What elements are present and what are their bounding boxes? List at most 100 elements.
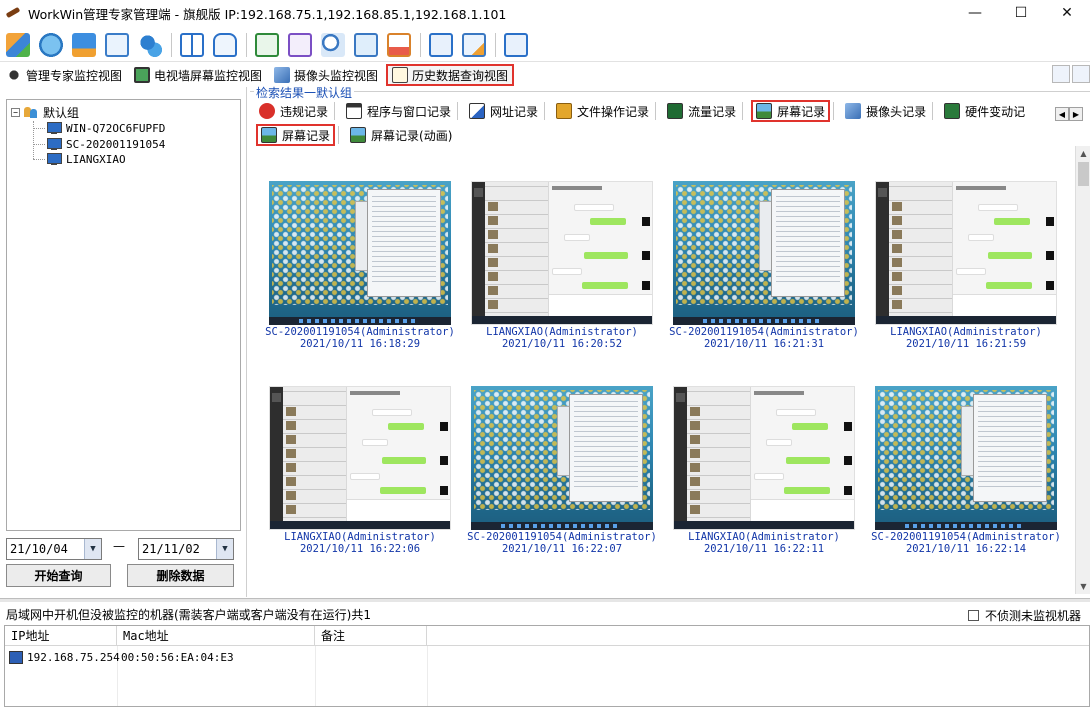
delete-data-button[interactable]: 删除数据 [127, 564, 234, 587]
traffic-chart-icon [667, 103, 684, 119]
search-icon[interactable] [1052, 65, 1070, 83]
computer-icon [46, 152, 62, 166]
tree-item[interactable]: SC-202001191054 [46, 136, 165, 152]
screenshot-time: 2021/10/11 16:22:14 [905, 543, 1027, 555]
screen-share-icon[interactable] [255, 32, 279, 57]
tab-url-records[interactable]: 网址记录 [466, 100, 541, 122]
search-screen-icon[interactable] [321, 32, 345, 57]
monitor-settings-icon[interactable] [72, 32, 96, 57]
screenshot-time: 2021/10/11 16:22:11 [703, 543, 825, 555]
tab-tv-wall[interactable]: 电视墙屏幕监控视图 [130, 64, 266, 86]
no-detect-checkbox[interactable] [968, 610, 979, 621]
tree-item[interactable]: WIN-Q72OC6FUPFD [46, 120, 165, 136]
scroll-left-icon[interactable]: ◀ [1055, 107, 1069, 121]
lock-icon[interactable] [213, 32, 237, 57]
scrollbar-thumb[interactable] [1078, 162, 1089, 186]
screenshot-time: 2021/10/11 16:21:59 [905, 338, 1027, 350]
report-icon[interactable] [105, 32, 129, 57]
toolbar-separator [420, 32, 421, 57]
chart-screen-icon[interactable] [387, 32, 411, 57]
computer-icon [46, 137, 62, 151]
tab-screen-records-static[interactable]: 屏幕记录 [256, 124, 336, 146]
scroll-right-icon[interactable]: ▶ [1069, 107, 1083, 121]
alert-list-icon[interactable] [462, 32, 486, 57]
tree-root-row[interactable]: − 默认组 [11, 104, 79, 120]
maximize-button[interactable]: ☐ [998, 0, 1044, 26]
tab-traffic-records[interactable]: 流量记录 [664, 100, 739, 122]
chevron-down-icon[interactable]: ▼ [84, 539, 101, 559]
column-ip[interactable]: IP地址 [5, 626, 117, 646]
tree-item-label: LIANGXIAO [66, 152, 126, 166]
tab-camera-records[interactable]: 摄像头记录 [842, 100, 929, 122]
bottom-splitter[interactable] [0, 598, 1090, 602]
tab-program-window-records[interactable]: 程序与窗口记录 [343, 100, 454, 122]
screenshot-thumbnail[interactable] [673, 386, 855, 530]
column-note[interactable]: 备注 [315, 626, 427, 646]
screenshot-machine: SC-202001191054(Administrator) [669, 326, 859, 338]
tab-history-query[interactable]: 历史数据查询视图 [386, 64, 515, 86]
no-detect-option[interactable]: 不侦测未监视机器 [968, 607, 1081, 624]
toolbar-separator [246, 32, 247, 57]
multi-screen-icon[interactable] [354, 32, 378, 57]
screenshot-machine: SC-202001191054(Administrator) [871, 531, 1061, 543]
close-button[interactable]: ✕ [1044, 0, 1090, 26]
search-result-label: 检索结果一默认组 [254, 84, 355, 101]
screenshot-thumbnail[interactable] [269, 386, 451, 530]
screenshot-caption: SC-202001191054(Administrator) 2021/10/11… [866, 531, 1066, 555]
screenshot-thumbnail[interactable] [471, 386, 653, 530]
screenshot-time: 2021/10/11 16:18:29 [299, 338, 421, 350]
unmonitored-machines-table[interactable]: IP地址 Mac地址 备注 192.168.75.254 00:50:56:EA… [4, 625, 1090, 707]
tree-item-label: SC-202001191054 [66, 137, 166, 151]
screenshot-thumbnail[interactable] [673, 181, 855, 325]
category-separator [544, 102, 546, 120]
start-query-button[interactable]: 开始查询 [6, 564, 111, 587]
screenshot-caption: LIANGXIAO(Administrator) 2021/10/11 16:22… [664, 531, 864, 555]
list-view-icon[interactable] [1072, 65, 1090, 83]
tree-connector [33, 128, 45, 129]
camera-icon [274, 67, 291, 83]
minimize-button[interactable]: — [952, 0, 998, 26]
grid-icon[interactable] [180, 32, 204, 57]
tab-label: 历史数据查询视图 [412, 68, 509, 83]
globe-icon[interactable] [39, 32, 63, 57]
tree-connector [33, 121, 34, 159]
panel-splitter[interactable] [246, 87, 247, 597]
chevron-down-icon[interactable]: ▼ [216, 539, 233, 559]
date-from-picker[interactable]: 21/10/04 ▼ [6, 538, 102, 560]
screenshot-thumbnail[interactable] [875, 386, 1057, 530]
tree-expander[interactable]: − [11, 107, 20, 117]
tab-file-operation-records[interactable]: 文件操作记录 [553, 100, 652, 122]
tab-expert-monitor[interactable]: 管理专家监控视图 [2, 64, 126, 86]
results-scrollbar[interactable]: ▲ ▼ [1075, 146, 1090, 594]
table-row[interactable]: 192.168.75.254 00:50:56:EA:04:E3 [5, 648, 1089, 666]
tab-screen-records-animated[interactable]: 屏幕记录(动画) [347, 124, 455, 146]
tree-item[interactable]: LIANGXIAO [46, 151, 126, 167]
screen-picture-icon [756, 103, 773, 119]
layers-icon[interactable] [6, 32, 30, 57]
column-mac[interactable]: Mac地址 [117, 626, 315, 646]
tab-label: 摄像头监控视图 [294, 68, 379, 83]
network-icon[interactable] [429, 32, 453, 57]
screenshot-thumbnail[interactable] [471, 181, 653, 325]
tab-hardware-change-records[interactable]: 硬件变动记 [941, 100, 1025, 122]
date-to-picker[interactable]: 21/11/02 ▼ [138, 538, 234, 560]
tab-label: 电视墙屏幕监控视图 [154, 68, 263, 83]
tab-camera[interactable]: 摄像头监控视图 [270, 64, 382, 86]
help-icon[interactable] [504, 32, 528, 57]
screenshot-thumbnail[interactable] [875, 181, 1057, 325]
screenshot-caption: LIANGXIAO(Administrator) 2021/10/11 16:22… [260, 531, 460, 555]
screenshot-machine: SC-202001191054(Administrator) [467, 531, 657, 543]
screenshot-thumbnail[interactable] [269, 181, 451, 325]
toolbar-separator [495, 32, 496, 57]
tab-violation-records[interactable]: 违规记录 [256, 100, 331, 122]
scroll-down-icon[interactable]: ▼ [1076, 579, 1090, 594]
expert-monitor-icon [6, 67, 22, 83]
window-title: WorkWin管理专家管理端 - 旗舰版 IP:192.168.75.1,192… [28, 6, 507, 22]
tv-wall-icon [134, 67, 151, 83]
broadcast-icon[interactable] [288, 32, 312, 57]
screenshot-time: 2021/10/11 16:20:52 [501, 338, 623, 350]
users-gear-icon[interactable] [138, 32, 162, 57]
tab-screen-records[interactable]: 屏幕记录 [751, 100, 831, 122]
scroll-up-icon[interactable]: ▲ [1076, 146, 1090, 161]
window-icon [346, 103, 363, 119]
